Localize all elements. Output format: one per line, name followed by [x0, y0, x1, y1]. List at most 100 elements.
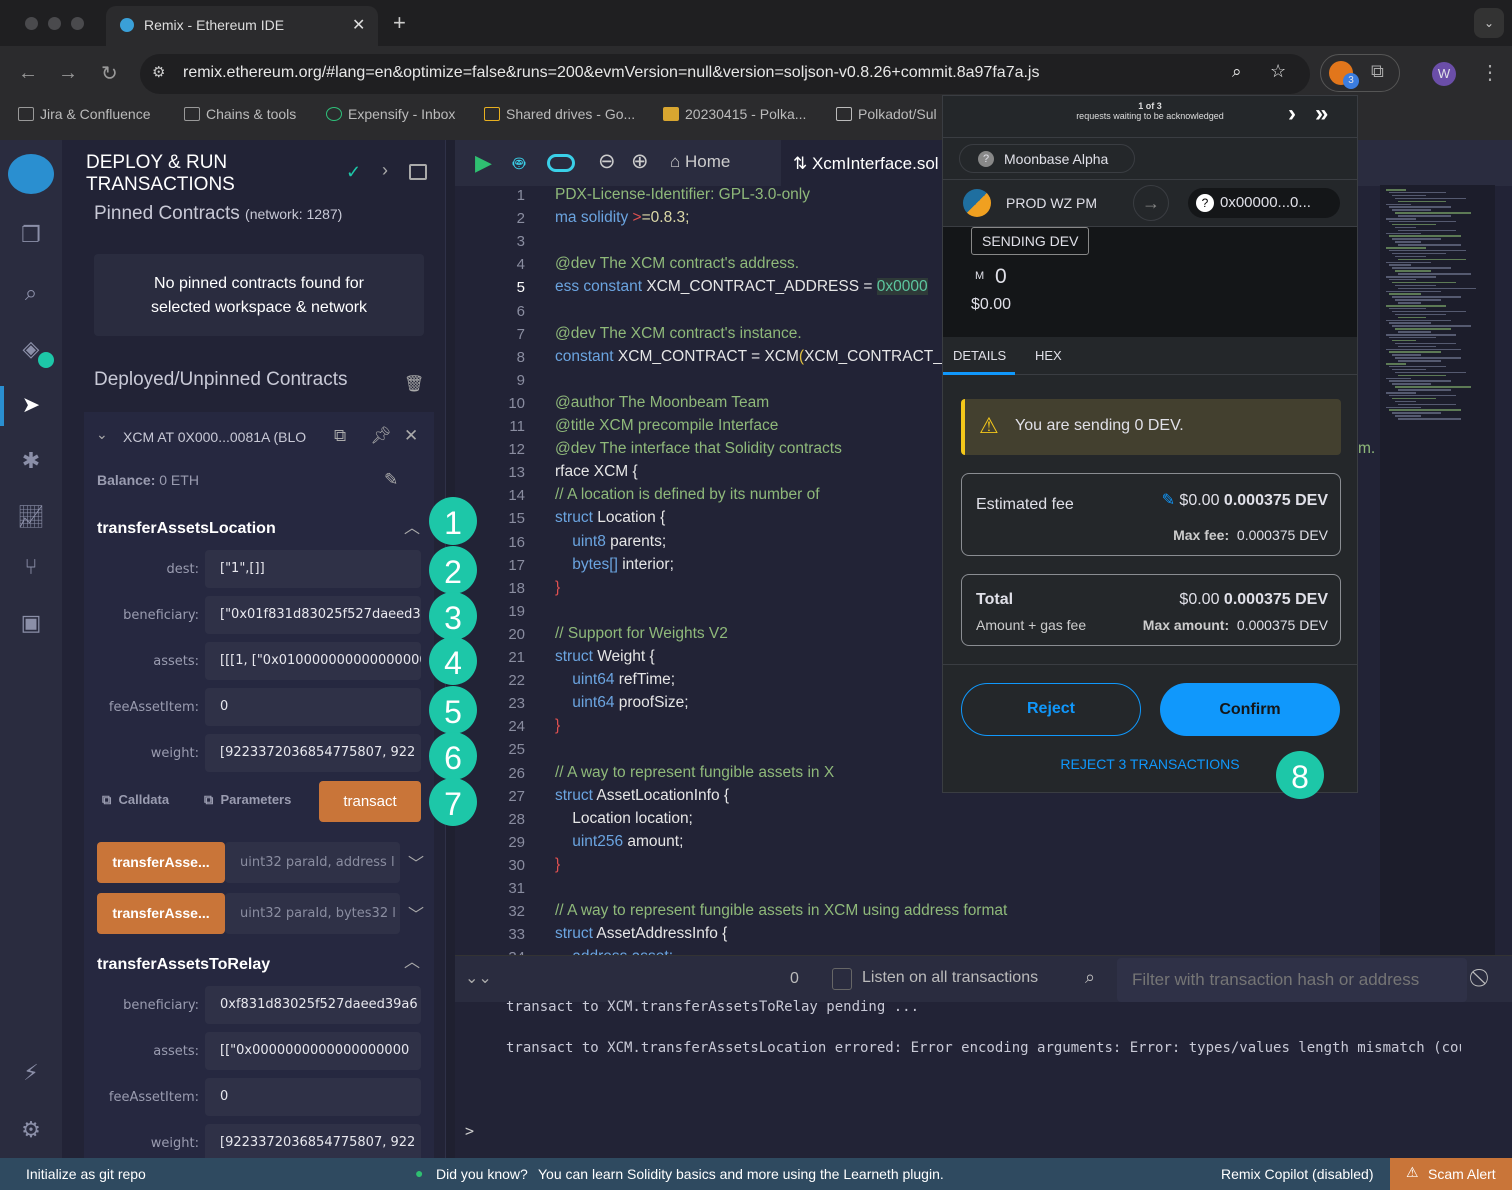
- account-name[interactable]: PROD WZ PM: [1006, 195, 1097, 211]
- collapse-function-icon[interactable]: ︿: [404, 948, 420, 972]
- transact-button[interactable]: transact: [319, 781, 421, 822]
- tab-details[interactable]: DETAILS: [943, 337, 1015, 375]
- expand-chevron-icon[interactable]: ﹀: [408, 901, 424, 925]
- edit-icon[interactable]: ✎: [384, 470, 398, 490]
- function-button[interactable]: transferAsse...: [97, 893, 225, 934]
- extensions-puzzle-icon[interactable]: ⧉: [1371, 61, 1384, 82]
- param-input[interactable]: [9223372036854775807, 922: [205, 734, 421, 772]
- function-args-input[interactable]: uint32 paraId, address l: [225, 842, 400, 883]
- new-tab-icon[interactable]: +: [393, 10, 406, 36]
- minimize-window-dot[interactable]: [48, 17, 61, 30]
- plugin-manager-icon[interactable]: ⚡︎: [16, 1058, 46, 1088]
- listen-checkbox[interactable]: [832, 968, 852, 990]
- browser-menu-icon[interactable]: ⋮: [1480, 60, 1500, 85]
- bookmark-drive[interactable]: Shared drives - Go...: [484, 106, 635, 122]
- expensify-icon: [326, 107, 342, 121]
- recipient-pill[interactable]: ? 0x00000...0...: [1188, 188, 1340, 218]
- scam-alert-button[interactable]: ⚠ Scam Alert: [1390, 1158, 1512, 1190]
- site-settings-icon[interactable]: ⚙: [152, 63, 165, 81]
- zoom-out-icon[interactable]: ⊖: [598, 149, 616, 174]
- run-script-icon[interactable]: ▶: [475, 150, 492, 176]
- copy-parameters-button[interactable]: ⧉ Parameters: [204, 792, 291, 808]
- bookmark-jira[interactable]: Jira & Confluence: [18, 106, 151, 122]
- code-token: @dev The XCM contract's instance.: [555, 324, 802, 342]
- deploy-run-icon[interactable]: ➤: [16, 390, 46, 420]
- analytics-icon[interactable]: 📈︎: [16, 502, 46, 532]
- learneth-icon[interactable]: ▣: [16, 608, 46, 638]
- debugger-icon[interactable]: ✱: [16, 446, 46, 476]
- param-input[interactable]: 0: [205, 688, 421, 726]
- tab-search-chevron-icon[interactable]: ⌄: [1474, 8, 1504, 38]
- param-input[interactable]: ["1",[]]: [205, 550, 421, 588]
- browser-tab[interactable]: Remix - Ethereum IDE ✕: [106, 6, 378, 46]
- contract-name[interactable]: XCM AT 0X000...0081A (BLO: [123, 429, 306, 445]
- address-bar[interactable]: ⚙ remix.ethereum.org/#lang=en&optimize=f…: [140, 54, 1310, 94]
- close-tab-icon[interactable]: ✕: [352, 15, 365, 35]
- file-explorer-icon[interactable]: ❐: [16, 220, 46, 250]
- question-icon: ?: [978, 151, 994, 167]
- transaction-filter-input[interactable]: [1117, 958, 1467, 1002]
- chevron-right-icon[interactable]: ›: [382, 160, 388, 181]
- collapse-chevron-icon[interactable]: ⌄: [96, 426, 108, 443]
- bookmark-slides[interactable]: 20230415 - Polka...: [663, 106, 806, 122]
- forward-icon[interactable]: →: [58, 62, 78, 85]
- minimap-line: [1389, 380, 1451, 382]
- collapse-terminal-icon[interactable]: ⌄⌄: [465, 968, 492, 988]
- edit-fee-icon[interactable]: ✎: [1162, 492, 1175, 509]
- ai-toggle[interactable]: [547, 154, 575, 172]
- param-input[interactable]: [["0x0000000000000000000: [205, 1032, 421, 1070]
- remix-logo[interactable]: [8, 154, 54, 194]
- param-input[interactable]: [9223372036854775807, 922: [205, 1124, 421, 1162]
- lightbulb-icon: ●: [415, 1165, 424, 1181]
- home-tab[interactable]: ⌂ Home: [670, 152, 730, 172]
- function-button[interactable]: transferAsse...: [97, 842, 225, 883]
- minimap-line: [1392, 354, 1421, 356]
- network-pill[interactable]: ? Moonbase Alpha: [959, 144, 1135, 173]
- bookmark-star-icon[interactable]: ☆: [1270, 61, 1286, 82]
- next-request-icon[interactable]: ›: [1288, 100, 1296, 128]
- maximize-window-dot[interactable]: [71, 17, 84, 30]
- git-icon[interactable]: ⑂: [16, 552, 46, 582]
- copy-calldata-button[interactable]: ⧉ Calldata: [102, 792, 169, 808]
- param-input[interactable]: 0xf831d83025f527daeed39a6: [205, 986, 421, 1024]
- minimap-line: [1398, 273, 1471, 275]
- terminal-prompt[interactable]: >: [465, 1122, 474, 1140]
- last-request-icon[interactable]: »: [1315, 100, 1328, 128]
- git-init-link[interactable]: Initialize as git repo: [26, 1166, 146, 1182]
- bookmark-expensify[interactable]: Expensify - Inbox: [326, 106, 455, 122]
- code-line: PDX-License-Identifier: GPL-3.0-only: [555, 186, 810, 204]
- zoom-in-icon[interactable]: ⊕: [631, 149, 649, 174]
- search-icon[interactable]: ⌕: [1085, 967, 1095, 988]
- close-window-dot[interactable]: [25, 17, 38, 30]
- confirm-button[interactable]: Confirm: [1160, 683, 1340, 736]
- line-number: 33: [508, 926, 525, 944]
- profile-avatar[interactable]: W: [1432, 62, 1456, 86]
- annotation-badge: 8: [1276, 751, 1324, 799]
- max-fee-label: Max fee:: [1173, 527, 1230, 543]
- zoom-icon[interactable]: ⌕: [1232, 62, 1242, 82]
- code-token: Weight {: [597, 648, 655, 665]
- function-args-input[interactable]: uint32 paraId, bytes32 l: [225, 893, 400, 934]
- copilot-status[interactable]: Remix Copilot (disabled): [1221, 1166, 1374, 1182]
- search-icon[interactable]: ⌕: [16, 278, 46, 308]
- back-icon[interactable]: ←: [18, 62, 38, 85]
- ai-robot-icon[interactable]: 🤖︎: [513, 150, 525, 178]
- minimap[interactable]: [1380, 185, 1495, 955]
- bookmark-chains[interactable]: Chains & tools: [184, 106, 296, 122]
- expand-chevron-icon[interactable]: ﹀: [408, 850, 424, 874]
- param-input[interactable]: 0: [205, 1078, 421, 1116]
- param-input[interactable]: [[[1, ["0x0100000000000000000: [205, 642, 421, 680]
- reload-icon[interactable]: ↻: [101, 61, 118, 86]
- collapse-function-icon[interactable]: ︿: [404, 514, 420, 538]
- remove-instance-icon[interactable]: ✕: [404, 426, 418, 446]
- reject-button[interactable]: Reject: [961, 683, 1141, 736]
- param-input[interactable]: ["0x01f831d83025f527daeed3: [205, 596, 421, 634]
- tab-hex[interactable]: HEX: [1035, 348, 1062, 363]
- toggle-panel-icon[interactable]: [409, 164, 427, 180]
- trash-icon[interactable]: 🗑︎: [404, 374, 424, 394]
- file-tab[interactable]: ⇅ XcmInterface.sol: [781, 140, 951, 186]
- pin-icon[interactable]: 📌︎: [370, 426, 392, 446]
- settings-gear-icon[interactable]: ⚙: [16, 1115, 46, 1145]
- copy-address-icon[interactable]: ⧉: [334, 426, 346, 446]
- bookmark-polkadot[interactable]: Polkadot/Sul: [836, 106, 937, 122]
